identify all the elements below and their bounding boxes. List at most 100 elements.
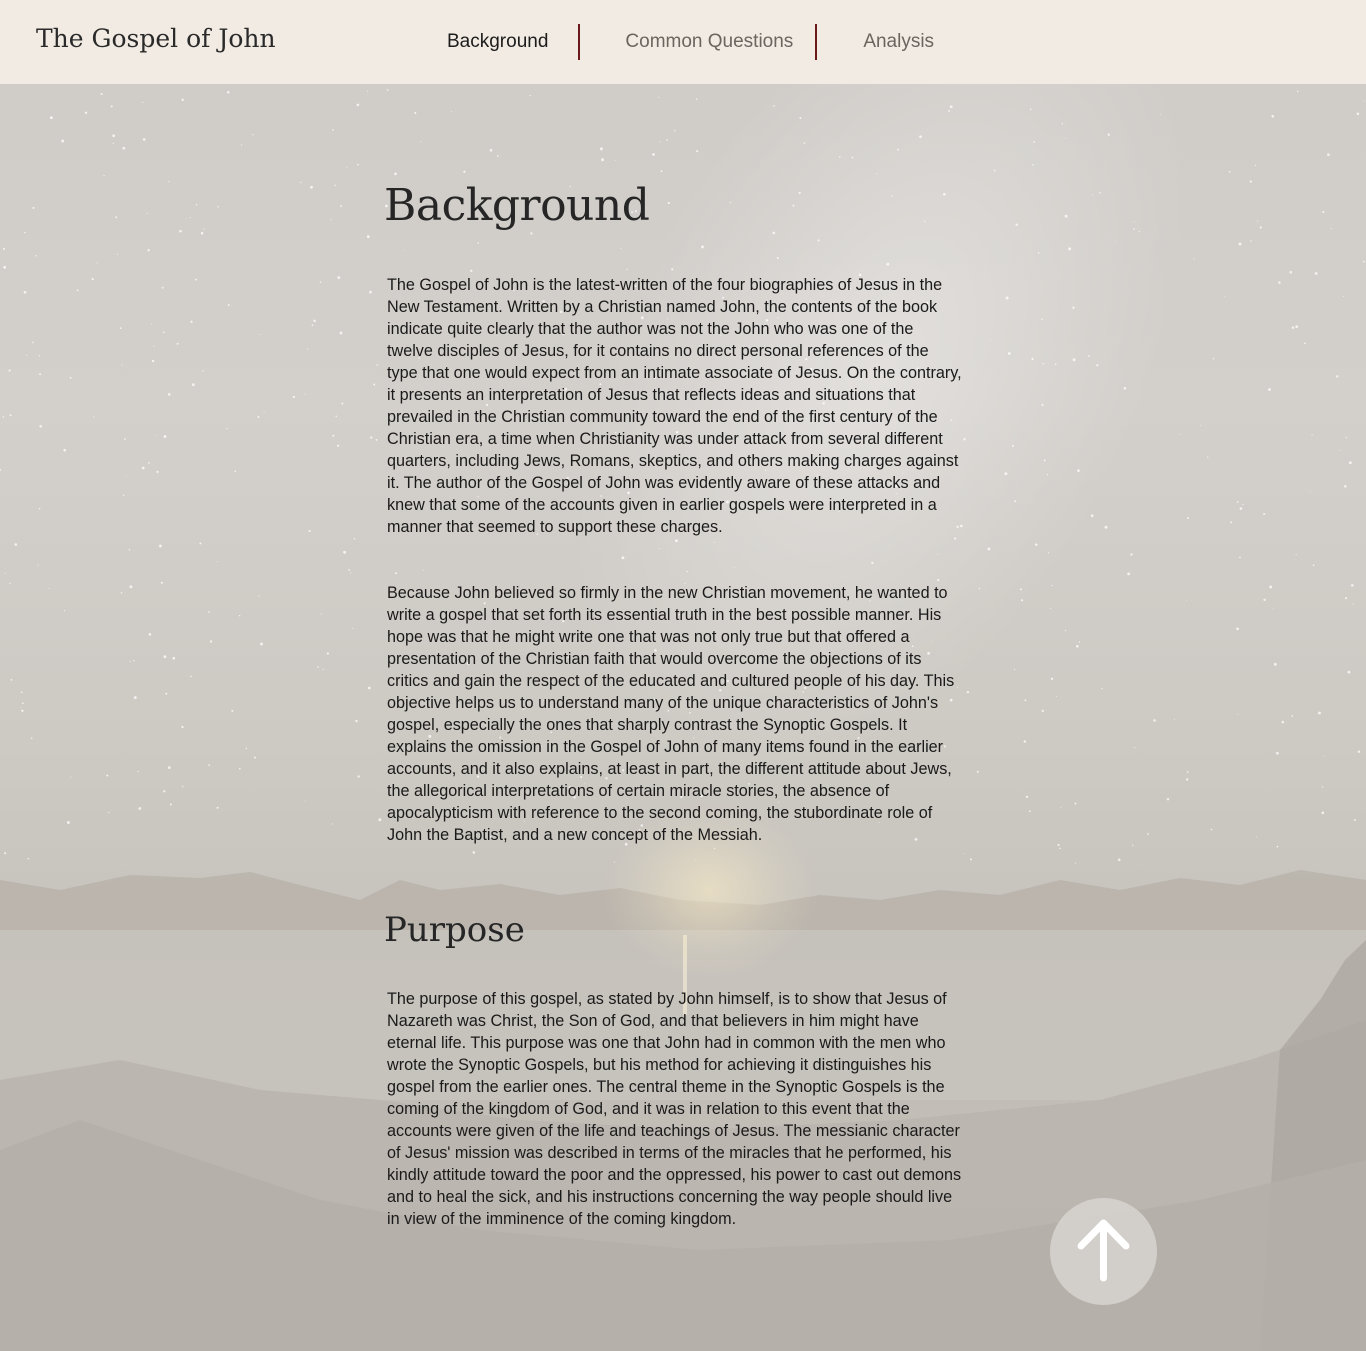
star [339, 331, 343, 335]
star [420, 141, 422, 142]
star [263, 411, 265, 413]
star [137, 770, 139, 773]
star [147, 248, 150, 252]
star [367, 686, 371, 690]
star [352, 628, 354, 630]
star [103, 174, 105, 177]
star [1023, 740, 1027, 743]
star [1072, 358, 1076, 362]
star [1054, 363, 1057, 366]
star [106, 774, 109, 777]
star [91, 277, 94, 281]
star [394, 172, 397, 176]
arrow-up-icon [1077, 1219, 1130, 1282]
star [32, 341, 34, 344]
star [1173, 718, 1175, 720]
star [529, 94, 531, 97]
nav-common-questions[interactable]: Common Questions [580, 31, 815, 53]
star [851, 156, 854, 159]
star [620, 248, 622, 249]
star [1051, 584, 1053, 587]
star [179, 229, 182, 233]
star [176, 342, 179, 345]
star [226, 90, 230, 94]
star [330, 219, 332, 221]
star [148, 462, 150, 464]
star [23, 290, 27, 294]
star [1348, 461, 1352, 465]
star [1239, 507, 1243, 510]
star [26, 354, 28, 356]
star [142, 101, 144, 103]
star [1363, 100, 1365, 102]
star [217, 206, 219, 208]
star [937, 553, 939, 555]
star [652, 153, 655, 156]
star [63, 610, 66, 612]
star [146, 212, 148, 214]
star [626, 268, 628, 271]
star [322, 669, 324, 671]
star [356, 103, 360, 107]
star [1134, 747, 1136, 749]
star [1278, 281, 1281, 284]
star [310, 185, 313, 189]
star [963, 853, 965, 855]
star [614, 159, 616, 161]
star [1347, 670, 1351, 674]
star [666, 139, 668, 141]
star [472, 851, 476, 854]
nav-background[interactable]: Background [420, 31, 578, 53]
star [238, 614, 241, 617]
star [1352, 603, 1354, 605]
star [119, 327, 122, 329]
star [803, 142, 806, 144]
star [1075, 644, 1079, 648]
star [1025, 795, 1029, 799]
star [1064, 214, 1068, 218]
star [1343, 296, 1345, 297]
star [1087, 355, 1090, 357]
star [259, 334, 260, 336]
star [39, 373, 42, 376]
star [839, 156, 841, 158]
star [987, 547, 991, 551]
star [621, 556, 625, 560]
star [1037, 252, 1040, 254]
star [1276, 845, 1279, 848]
star [919, 135, 922, 139]
star [1147, 833, 1149, 835]
star [886, 262, 890, 266]
star [112, 142, 114, 144]
star [332, 434, 335, 437]
star [969, 858, 972, 861]
nav-analysis[interactable]: Analysis [817, 31, 964, 53]
star [138, 807, 142, 810]
star [1041, 318, 1043, 320]
star [151, 359, 155, 363]
star [1007, 352, 1011, 355]
star [1024, 699, 1027, 702]
star [422, 569, 424, 571]
star [1138, 231, 1140, 233]
star [238, 767, 241, 770]
star [1059, 847, 1061, 850]
background-paragraph-1: The Gospel of John is the latest-written… [387, 276, 962, 536]
star [1133, 228, 1135, 230]
star [1078, 641, 1081, 643]
star [258, 595, 260, 597]
site-title[interactable]: The Gospel of John [36, 24, 276, 53]
star [1123, 386, 1127, 390]
star [153, 345, 155, 347]
star [1055, 695, 1057, 697]
star [203, 228, 205, 230]
star [713, 541, 715, 544]
star [1318, 711, 1321, 715]
star [734, 566, 735, 568]
star [658, 96, 660, 98]
scroll-to-top-button[interactable] [1050, 1198, 1157, 1305]
star [378, 818, 382, 822]
star [1321, 786, 1324, 788]
star [1074, 802, 1077, 805]
star [311, 324, 314, 327]
